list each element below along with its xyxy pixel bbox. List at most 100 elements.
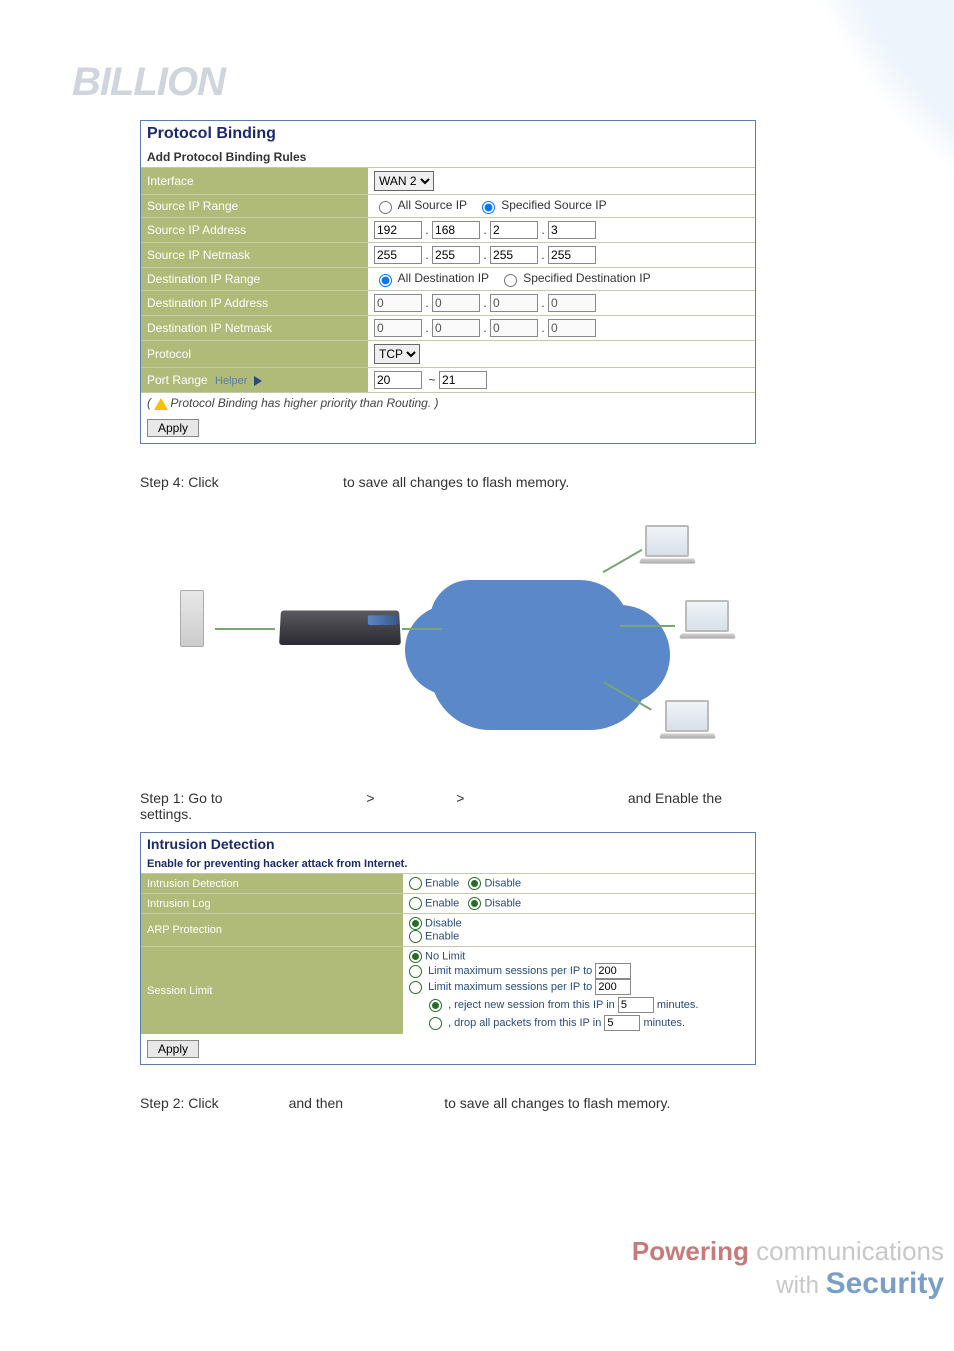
port-from[interactable] [374,371,422,389]
row-log-label: Intrusion Log [141,894,403,914]
main-content: Protocol Binding Add Protocol Binding Ru… [140,120,756,1121]
dstaddr-1 [374,294,422,312]
session-nolimit-radio[interactable] [409,950,422,963]
session-limit1-input[interactable] [595,963,631,979]
dst-all-text: All Destination IP [398,271,489,285]
arp-disable-radio[interactable] [409,917,422,930]
intrusion-title: Intrusion Detection [141,833,755,855]
apply-button[interactable]: Apply [147,419,199,437]
row-dstaddr-label: Destination IP Address [141,291,368,316]
session-drop-suf: minutes. [643,1017,685,1029]
session-reject-input[interactable] [618,997,654,1013]
session-limit2-radio[interactable] [409,981,422,994]
panel-title: Protocol Binding [141,121,755,147]
row-protocol-label: Protocol [141,341,368,368]
session-drop-input[interactable] [604,1015,640,1031]
session-limit1-text: Limit maximum sessions per IP to [428,965,592,977]
port-to[interactable] [439,371,487,389]
helper-arrow-icon [254,376,262,386]
session-limit1-radio[interactable] [409,965,422,978]
dstaddr-3 [490,294,538,312]
detection-disable-text: Disable [484,877,521,889]
srcaddr-1[interactable] [374,221,422,239]
session-limit2-text: Limit maximum sessions per IP to [428,981,592,993]
src-all-text: All Source IP [398,198,467,212]
warning-icon [154,398,168,410]
session-reject-suf: minutes. [657,999,699,1011]
dstmask-1 [374,319,422,337]
row-srcrange-label: Source IP Range [141,195,368,218]
laptop3-icon [660,700,715,740]
intrusion-apply-button[interactable]: Apply [147,1040,199,1058]
step2-text: Step 2: Click and then to save all chang… [140,1095,756,1111]
interface-select[interactable]: WAN 2 [374,171,434,191]
session-reject-radio[interactable] [429,999,442,1012]
dstaddr-2 [432,294,480,312]
arrow-cloud-l1 [603,549,643,573]
footer-comm: communications [749,1236,944,1266]
helper-text: Helper [215,375,247,387]
src-spec-radio[interactable] [482,201,495,214]
srcaddr-4[interactable] [548,221,596,239]
protocol-select[interactable]: TCP [374,344,420,364]
src-all-radio[interactable] [379,201,392,214]
router-icon [279,611,401,645]
arp-disable-text: Disable [425,917,462,929]
session-nolimit-text: No Limit [425,950,465,962]
dstaddr-4 [548,294,596,312]
detection-enable-radio[interactable] [409,877,422,890]
detection-disable-radio[interactable] [468,877,481,890]
footer-with: with [776,1272,825,1299]
row-detection-label: Intrusion Detection [141,874,403,894]
priority-note-text: Protocol Binding has higher priority tha… [170,396,431,410]
srcmask-3[interactable] [490,246,538,264]
dst-spec-text: Specified Destination IP [523,271,650,285]
protocol-binding-panel: Protocol Binding Add Protocol Binding Ru… [140,120,756,444]
dst-spec-radio[interactable] [504,274,517,287]
srcaddr-3[interactable] [490,221,538,239]
intrusion-panel: Intrusion Detection Enable for preventin… [140,832,756,1065]
protocol-binding-form: Interface WAN 2 Source IP Range All Sour… [141,167,755,413]
srcaddr-2[interactable] [432,221,480,239]
session-drop-pre: , drop all packets from this IP in [448,1017,601,1029]
log-disable-text: Disable [484,897,521,909]
row-dstrange-label: Destination IP Range [141,268,368,291]
laptop1-icon [640,525,695,565]
session-reject-pre: , reject new session from this IP in [448,999,615,1011]
row-srcaddr-label: Source IP Address [141,218,368,243]
portrange-text: Port Range [147,373,208,387]
arrow-cloud-l2 [620,625,675,627]
src-all-radio-label[interactable]: All Source IP [374,198,467,212]
session-limit2-input[interactable] [595,979,631,995]
footer-powering: Powering [632,1236,749,1266]
arp-enable-radio[interactable] [409,930,422,943]
session-drop-radio[interactable] [429,1017,442,1030]
footer-security: Security [826,1267,944,1300]
log-disable-radio[interactable] [468,897,481,910]
row-srcmask-label: Source IP Netmask [141,243,368,268]
cloud-icon [430,580,630,700]
step1-text: Step 1: Go to > > and Enable the setting… [140,790,756,822]
arrow-router-cloud [402,628,442,630]
srcmask-2[interactable] [432,246,480,264]
pc-icon [180,590,220,660]
srcmask-4[interactable] [548,246,596,264]
log-enable-radio[interactable] [409,897,422,910]
dst-all-radio[interactable] [379,274,392,287]
dstmask-3 [490,319,538,337]
dst-all-radio-label[interactable]: All Destination IP [374,271,489,285]
log-enable-text: Enable [425,897,459,909]
arrow-pc-router [215,628,275,630]
dst-spec-radio-label[interactable]: Specified Destination IP [499,271,651,285]
dstmask-2 [432,319,480,337]
intrusion-form: Intrusion Detection Enable Disable Intru… [141,873,755,1034]
srcmask-1[interactable] [374,246,422,264]
row-interface-label: Interface [141,168,368,195]
detection-enable-text: Enable [425,877,459,889]
src-spec-text: Specified Source IP [501,198,606,212]
src-spec-radio-label[interactable]: Specified Source IP [477,198,607,212]
helper-link[interactable]: Helper [215,375,261,387]
laptop2-icon [680,600,735,640]
brand-logo: BILLION [72,60,225,105]
row-arp-label: ARP Protection [141,914,403,947]
